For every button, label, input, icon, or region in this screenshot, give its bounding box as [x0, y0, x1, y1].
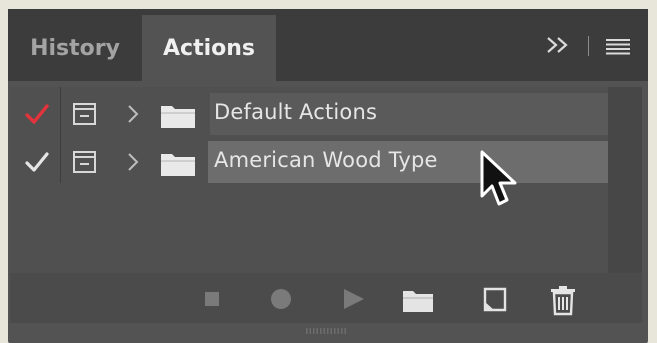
mouse-cursor-icon: [480, 150, 517, 206]
checkmark-icon[interactable]: [24, 102, 50, 126]
chevron-right-icon[interactable]: [126, 151, 140, 173]
tab-actions-label: Actions: [163, 35, 255, 61]
tab-history-label: History: [30, 35, 120, 61]
hamburger-menu-icon[interactable]: [606, 39, 632, 55]
stop-icon[interactable]: [198, 284, 226, 312]
list-scrollbar[interactable]: [608, 87, 642, 273]
play-icon[interactable]: [338, 284, 368, 312]
actions-panel: History Actions Default Actions American…: [8, 9, 648, 343]
new-set-folder-icon[interactable]: [400, 284, 436, 314]
tab-actions[interactable]: Actions: [142, 15, 276, 81]
dialog-toggle-icon[interactable]: [72, 102, 98, 126]
double-chevron-right-icon[interactable]: [545, 34, 571, 56]
action-set-row[interactable]: Default Actions: [10, 93, 608, 135]
control-separator: [588, 36, 589, 56]
actions-toolbar: [10, 273, 642, 323]
action-set-label: Default Actions: [214, 100, 378, 124]
resize-grip-icon[interactable]: [304, 326, 348, 336]
checkmark-icon[interactable]: [24, 150, 50, 174]
panel-tab-bar: History Actions: [8, 9, 648, 81]
record-icon[interactable]: [266, 284, 296, 312]
tab-history[interactable]: History: [8, 15, 142, 81]
folder-icon: [161, 106, 195, 128]
folder-icon: [161, 154, 195, 176]
dialog-toggle-icon[interactable]: [72, 150, 98, 174]
chevron-right-icon[interactable]: [126, 103, 140, 125]
new-action-icon[interactable]: [480, 284, 510, 314]
trash-icon[interactable]: [548, 284, 578, 316]
action-set-label: American Wood Type: [214, 148, 438, 172]
